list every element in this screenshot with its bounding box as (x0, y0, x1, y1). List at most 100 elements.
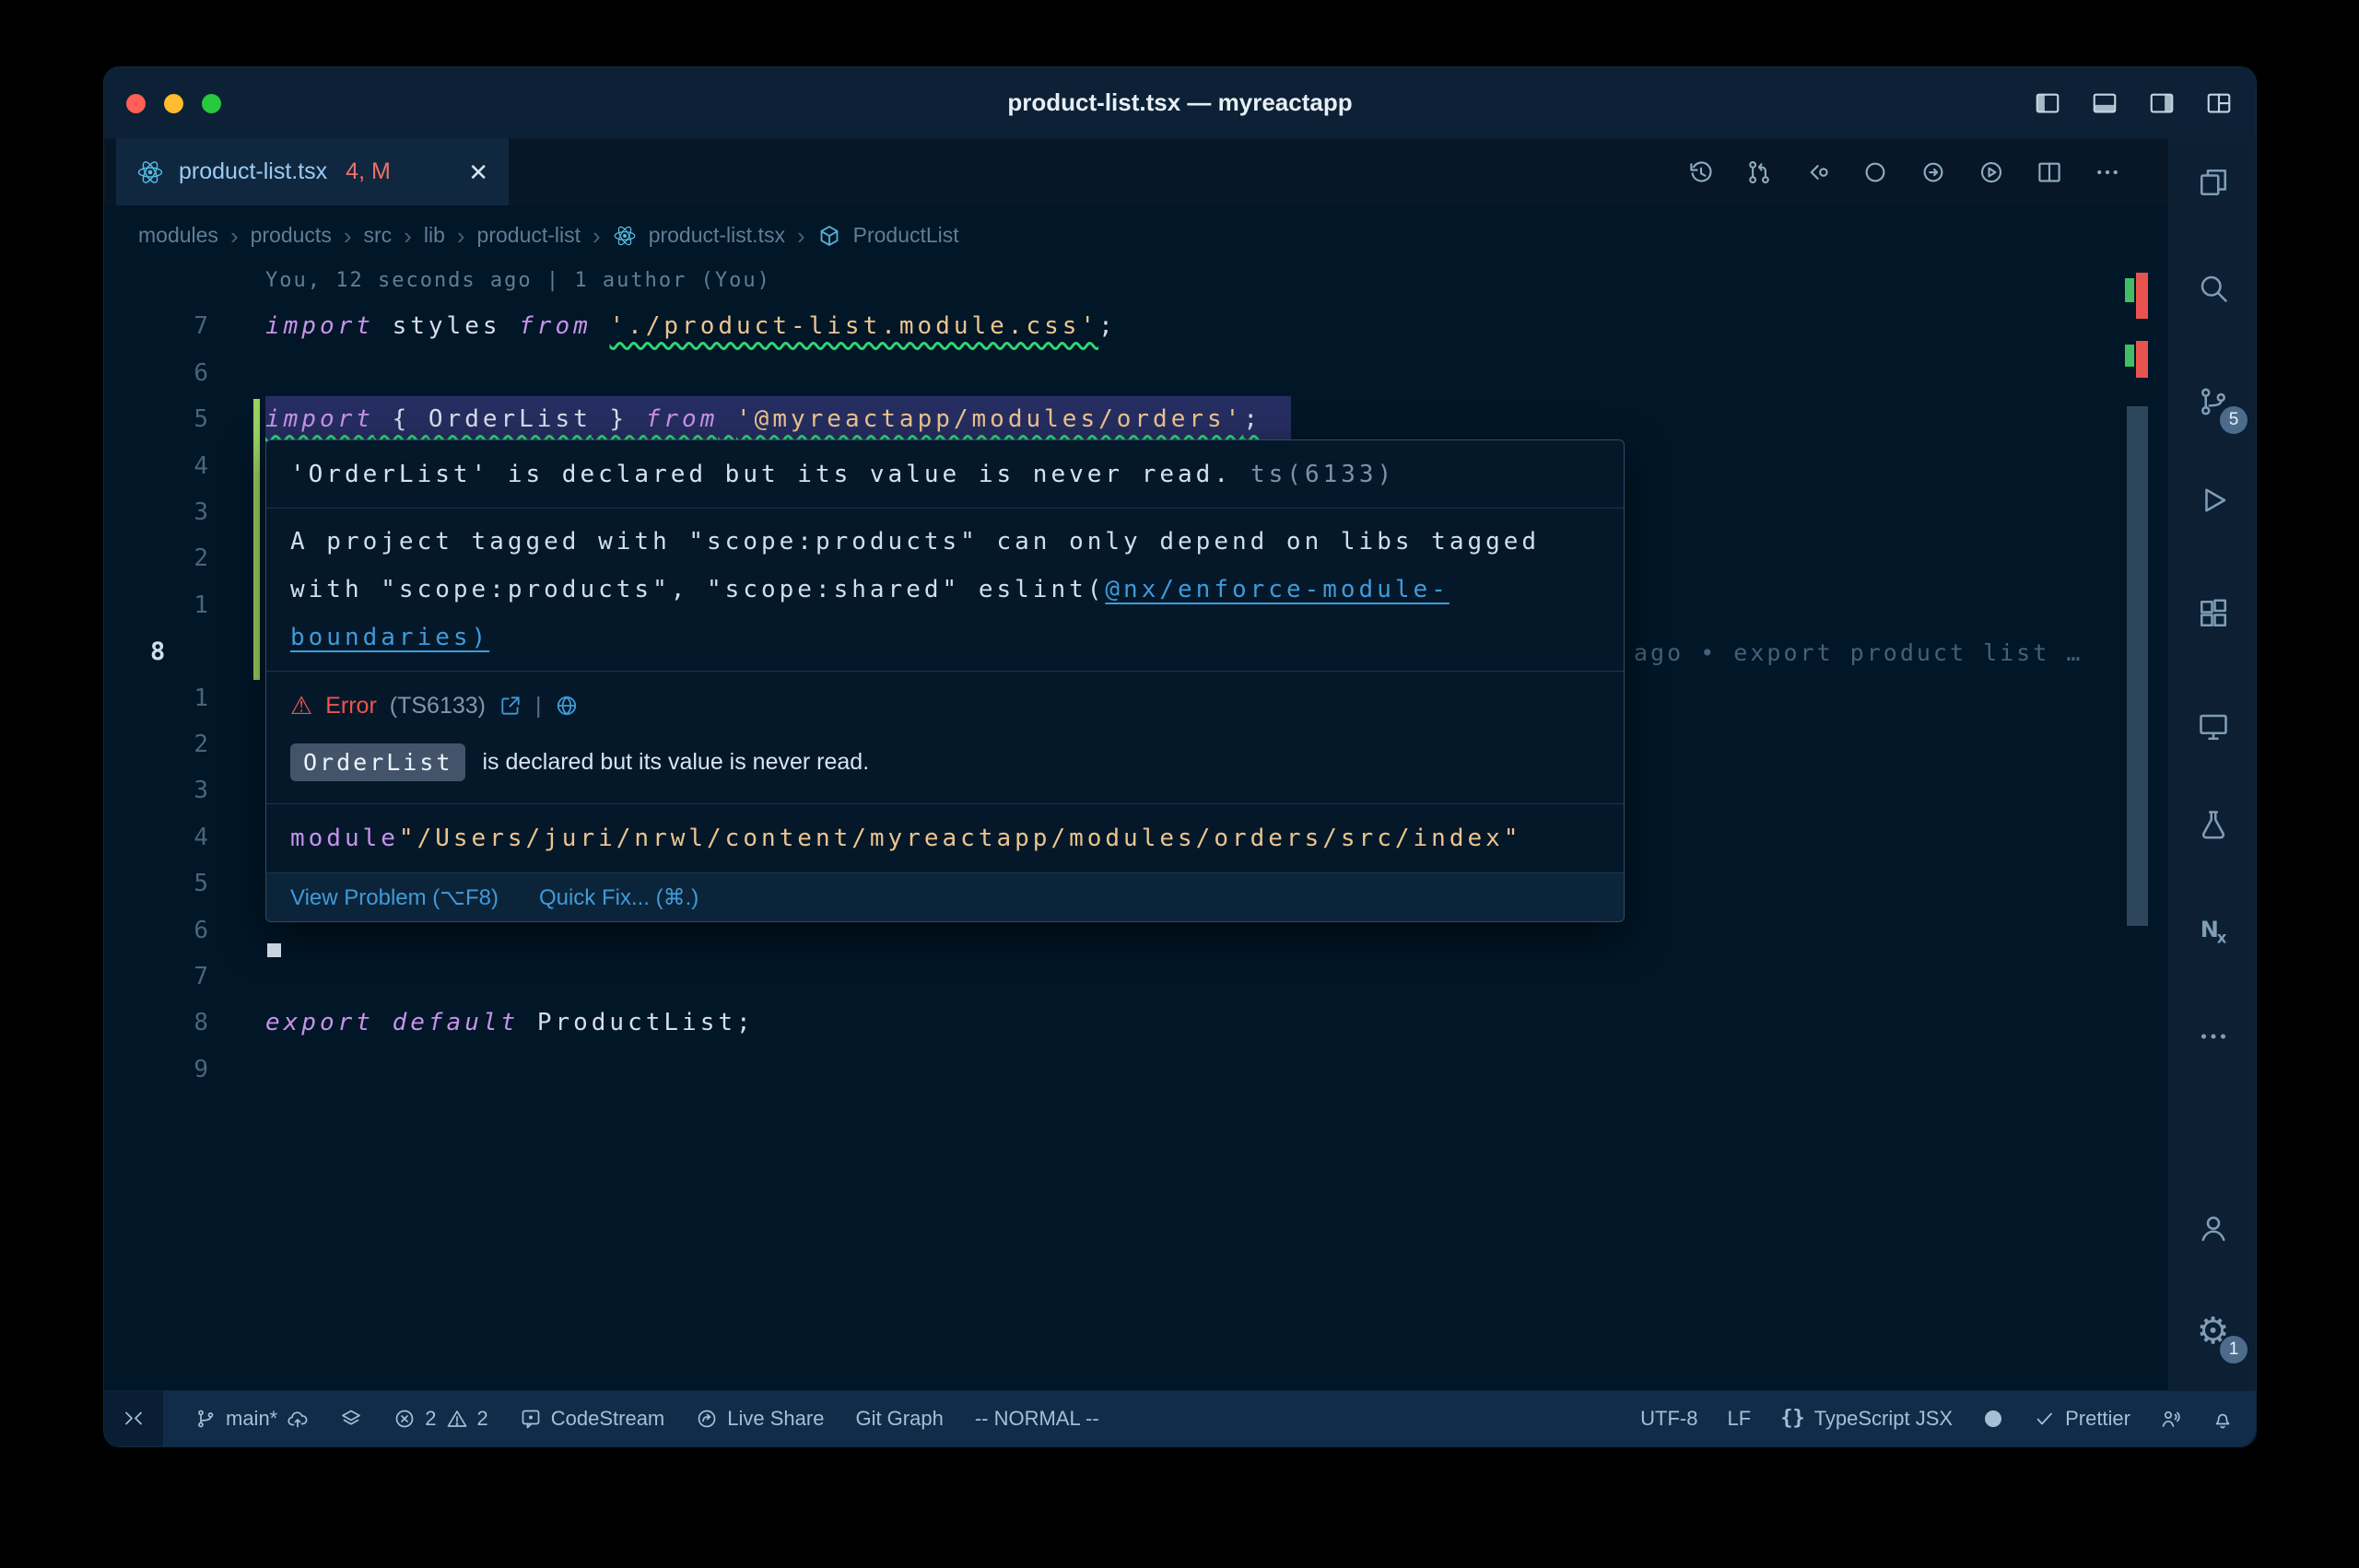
status-remote-indicator[interactable] (104, 1391, 163, 1447)
ruler-error-mark (2136, 341, 2148, 378)
explorer-icon (2197, 166, 2230, 199)
chevron-right-icon: › (797, 224, 805, 248)
status-github[interactable] (1982, 1408, 2004, 1430)
remote-explorer-icon (2197, 710, 2230, 743)
breadcrumb-item[interactable]: ProductList (853, 223, 959, 248)
line-number: 8 (104, 1000, 208, 1047)
tooltip-ts-message: 'OrderList' is declared but its value is… (266, 440, 1624, 509)
chevron-right-icon: › (344, 224, 352, 248)
error-hover-tooltip: 'OrderList' is declared but its value is… (265, 439, 1625, 922)
remote-explorer-activity-button[interactable] (2169, 695, 2257, 759)
scrollbar-thumb[interactable] (2127, 406, 2148, 926)
status-language[interactable]: {}TypeScript JSX (1780, 1407, 1953, 1431)
line-number: 2 (104, 721, 208, 768)
settings-activity-button[interactable]: ⚙1 (2169, 1299, 2257, 1363)
status-gitlens-layers[interactable] (340, 1408, 362, 1430)
code-line[interactable]: import styles from './product-list.modul… (265, 303, 1117, 350)
status-eol[interactable]: LF (1728, 1407, 1752, 1431)
module-keyword: module (290, 825, 399, 852)
tab-product-list[interactable]: product-list.tsx 4, M ✕ (116, 138, 509, 205)
status-git-branch[interactable]: main* (194, 1407, 309, 1431)
external-link-icon[interactable] (499, 694, 522, 718)
status-feedback[interactable] (2160, 1408, 2182, 1430)
chevron-right-icon: › (404, 224, 412, 248)
check-icon (2034, 1408, 2056, 1430)
status-bar-right: UTF-8 LF {}TypeScript JSX Prettier (1640, 1407, 2234, 1431)
bell-icon (2212, 1408, 2234, 1430)
nx-console-activity-button[interactable]: Nx (2169, 898, 2257, 963)
close-tab-icon[interactable]: ✕ (468, 160, 488, 184)
quick-fix-link[interactable]: Quick Fix... (⌘.) (539, 884, 698, 911)
nav-back-icon[interactable] (1803, 158, 1831, 186)
status-git-graph[interactable]: Git Graph (855, 1407, 943, 1431)
react-icon (136, 158, 164, 186)
status-bar: main* 22 CodeStream Live Share Git Graph -- N… (104, 1390, 2256, 1446)
activity-badge: 1 (2220, 1336, 2248, 1363)
more-activity-button[interactable] (2169, 1004, 2257, 1069)
code-row: 6 (104, 350, 2168, 397)
zoom-window-button[interactable] (202, 94, 221, 113)
history-icon[interactable] (1687, 158, 1715, 186)
chevron-right-icon: › (593, 224, 601, 248)
codelens-row: You, 12 seconds ago | 1 author (You) (104, 265, 2168, 304)
extensions-activity-button[interactable] (2169, 581, 2257, 646)
account-activity-button[interactable] (2169, 1196, 2257, 1260)
extensions-icon (2197, 597, 2230, 630)
breadcrumb-item[interactable]: src (364, 223, 393, 248)
breadcrumb-item[interactable]: products (251, 223, 332, 248)
layout-sidebar-left-icon[interactable] (2034, 89, 2061, 117)
circle-arrow-icon[interactable] (1919, 158, 1947, 186)
line-number: 2 (104, 535, 208, 582)
modified-lines-gutter-bar[interactable] (253, 399, 260, 680)
line-number: 6 (104, 907, 208, 954)
warning-icon (446, 1408, 468, 1430)
breadcrumb-item[interactable]: product-list (477, 223, 581, 248)
run-debug-activity-button[interactable] (2169, 468, 2257, 532)
breadcrumb-item[interactable]: product-list.tsx (649, 223, 785, 248)
run-circle-icon[interactable] (1978, 158, 2005, 186)
cloud-upload-icon (287, 1408, 309, 1430)
chevron-right-icon: › (230, 224, 239, 248)
code-row: 8 export default ProductList; (104, 1000, 2168, 1047)
line-number: 5 (104, 860, 208, 907)
close-window-button[interactable] (126, 94, 146, 113)
ruler-change-mark (2125, 278, 2134, 302)
source-control-activity-button[interactable]: 5 (2169, 369, 2257, 434)
layout-panel-icon[interactable] (2091, 89, 2118, 117)
search-icon (2197, 272, 2230, 305)
breadcrumb-item[interactable]: lib (424, 223, 445, 248)
status-live-share[interactable]: Live Share (696, 1407, 824, 1431)
window-title: product-list.tsx — myreactapp (1007, 67, 1352, 138)
globe-icon[interactable] (555, 694, 579, 718)
line-number: 7 (104, 954, 208, 1000)
line-number: 4 (104, 443, 208, 490)
status-vim-mode[interactable]: -- NORMAL -- (975, 1407, 1099, 1431)
view-problem-link[interactable]: View Problem (⌥F8) (290, 884, 499, 911)
minimize-window-button[interactable] (164, 94, 183, 113)
status-problems[interactable]: 22 (393, 1407, 488, 1431)
tooltip-resize-grip[interactable] (267, 943, 281, 957)
more-icon (2197, 1020, 2230, 1053)
breadcrumb-item[interactable]: modules (138, 223, 218, 248)
status-codestream[interactable]: CodeStream (520, 1407, 665, 1431)
split-editor-icon[interactable] (2036, 158, 2063, 186)
search-activity-button[interactable] (2169, 256, 2257, 321)
status-notifications[interactable] (2212, 1408, 2234, 1430)
code-line[interactable]: import { OrderList } from '@myreactapp/m… (265, 396, 1262, 443)
ruler-change-mark (2125, 345, 2134, 367)
git-branch-icon (194, 1408, 217, 1430)
git-pr-icon[interactable] (1745, 158, 1773, 186)
codelens-authors[interactable]: You, 12 seconds ago | 1 author (You) (265, 265, 771, 304)
titlebar-actions (2034, 67, 2233, 138)
layout-sidebar-right-icon[interactable] (2148, 89, 2176, 117)
error-label: Error (325, 693, 377, 720)
status-prettier[interactable]: Prettier (2034, 1407, 2130, 1431)
explorer-activity-button[interactable] (2169, 150, 2257, 215)
layout-grid-icon[interactable] (2205, 89, 2233, 117)
testing-activity-button[interactable] (2169, 792, 2257, 857)
editor[interactable]: ago • export product list … 'OrderList' … (104, 265, 2168, 1390)
status-encoding[interactable]: UTF-8 (1640, 1407, 1697, 1431)
more-icon[interactable] (2094, 158, 2121, 186)
circle-icon[interactable] (1861, 158, 1889, 186)
code-line[interactable]: export default ProductList; (265, 1000, 755, 1047)
